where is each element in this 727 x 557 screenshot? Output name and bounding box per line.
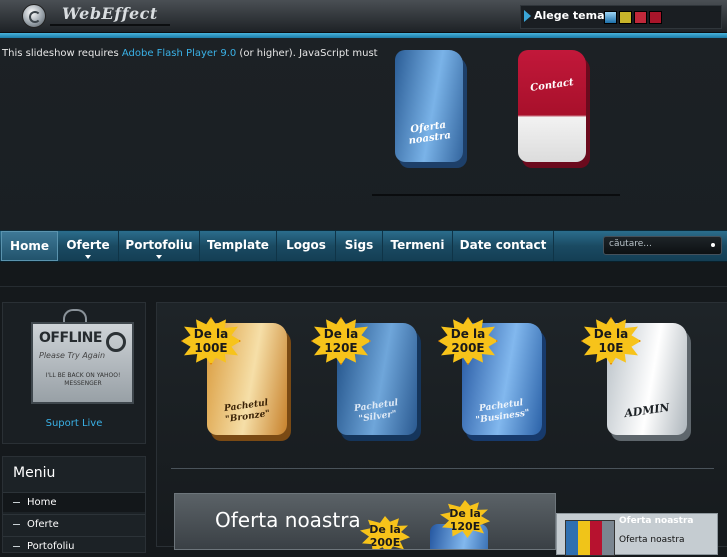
theme-swatch-crimson[interactable] [649, 11, 662, 24]
menu-item-home[interactable]: Home [3, 492, 145, 512]
flash-player-link[interactable]: Adobe Flash Player 9.0 [122, 48, 236, 59]
oferta-noastra-box[interactable]: Oferta noastra [395, 50, 463, 162]
thumbnail-subtitle: Oferta noastra [619, 535, 685, 545]
nav-portofoliu[interactable]: Portofoliu [119, 231, 200, 261]
menu-item-portofoliu[interactable]: Portofoliu [3, 536, 145, 556]
hero-box-label: Oferta noastra [407, 119, 452, 147]
nav-label: Portofoliu [125, 238, 193, 252]
support-live-link[interactable]: Suport Live [3, 418, 145, 429]
live-support-box: OFFLINE Please Try Again I'LL BE BACK ON… [2, 302, 146, 444]
offers-panel: Pachetul "Bronze" De la 100E Pachetul "S… [156, 302, 727, 556]
menu-item-label: Home [27, 497, 57, 508]
theme-label: Alege tema: [534, 9, 609, 22]
search-placeholder: căutare... [609, 239, 652, 249]
sign-hook [63, 309, 87, 323]
offline-sign[interactable]: OFFLINE Please Try Again I'LL BE BACK ON… [31, 322, 134, 404]
chevron-down-icon [85, 255, 91, 259]
search-input[interactable]: căutare... [603, 236, 722, 255]
search-icon[interactable] [711, 243, 715, 247]
thumbnail-title: Oferta noastra [619, 516, 694, 526]
top-bar: WebEffect Alege tema: [0, 0, 727, 33]
flash-text-before: This slideshow requires [2, 48, 122, 59]
dash-icon [13, 502, 20, 503]
play-arrow-icon [524, 10, 531, 22]
menu-title: Meniu [13, 465, 56, 481]
theme-swatch-red[interactable] [634, 11, 647, 24]
dash-icon [13, 524, 20, 525]
nav-date-contact[interactable]: Date contact [453, 231, 554, 261]
hero-divider [372, 194, 620, 196]
hero-slideshow: This slideshow requires Adobe Flash Play… [0, 38, 727, 230]
menu-item-label: Oferte [27, 519, 59, 530]
thumbnail-image [565, 520, 615, 556]
flash-text-after: (or higher). JavaScript must [236, 48, 378, 59]
package-name: Pachetul "Silver" [353, 398, 399, 425]
dash-icon [13, 546, 20, 547]
sidebar-menu: Meniu Home Oferte Portofoliu [2, 456, 146, 553]
featured-offer[interactable]: Oferta noastra De la 200E De la 120E [174, 493, 556, 550]
panel-divider [171, 468, 714, 469]
offline-title: OFFLINE [39, 330, 102, 346]
menu-item-oferte[interactable]: Oferte [3, 514, 145, 534]
theme-swatch-yellow[interactable] [619, 11, 632, 24]
logo-text[interactable]: WebEffect [62, 4, 158, 23]
nav-template[interactable]: Template [200, 231, 277, 261]
nav-shadow-strip [0, 262, 727, 287]
package-name: ADMIN [623, 400, 671, 421]
hero-box-label: Contact [529, 77, 575, 94]
messenger-icon [106, 332, 126, 352]
package-name: Pachetul "Business" [475, 398, 531, 426]
nav-home[interactable]: Home [1, 231, 58, 261]
nav-logos[interactable]: Logos [277, 231, 336, 261]
nav-label: Oferte [66, 238, 110, 252]
theme-swatch-blue[interactable] [604, 11, 617, 24]
menu-item-label: Portofoliu [27, 541, 75, 552]
theme-selector: Alege tema: [520, 5, 722, 29]
nav-termeni[interactable]: Termeni [383, 231, 453, 261]
flash-message: This slideshow requires Adobe Flash Play… [2, 48, 378, 59]
nav-oferte[interactable]: Oferte [58, 231, 119, 261]
offline-footnote: I'LL BE BACK ON YAHOO! MESSENGER [45, 372, 121, 387]
offer-thumbnail[interactable]: Oferta noastra Oferta noastra [556, 513, 718, 556]
nav-sigs[interactable]: Sigs [336, 231, 383, 261]
contact-box[interactable]: Contact [518, 50, 586, 162]
logo-divider [50, 24, 170, 26]
featured-title: Oferta noastra [215, 508, 361, 532]
package-name: Pachetul "Bronze" [223, 398, 271, 426]
logo-icon[interactable] [22, 4, 46, 28]
chevron-down-icon [156, 255, 162, 259]
offline-subtitle: Please Try Again [39, 351, 106, 360]
